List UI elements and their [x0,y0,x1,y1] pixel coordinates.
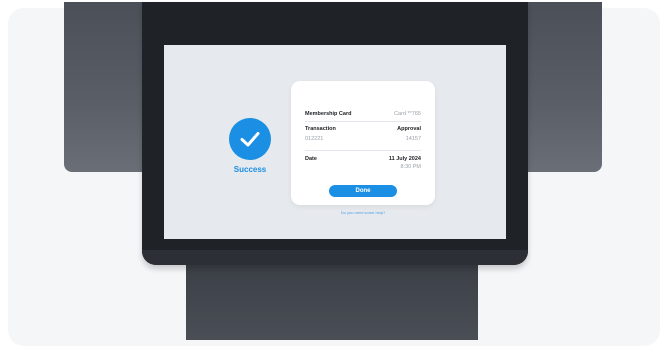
divider [305,121,421,122]
receipt-card: Membership Card Card **765 Transaction A… [291,81,435,205]
membership-label: Membership Card [305,111,352,117]
done-button[interactable]: Done [329,185,397,197]
checkmark-icon [229,118,271,160]
membership-row: Membership Card Card **765 [305,111,421,118]
success-label: Success [233,165,267,174]
time-value: 8:30 PM [400,164,421,170]
transaction-id: 012221 [305,136,324,142]
date-row: Date 11 July 2024 [305,156,421,163]
success-indicator: Success [222,118,278,174]
kiosk-monitor-bottom-edge [142,250,528,265]
transaction-row: Transaction Approval [305,126,421,133]
divider [305,150,421,151]
kiosk-right-panel [520,2,602,172]
date-value: 11 July 2024 [388,156,421,162]
time-row: 8:30 PM [305,164,421,171]
date-label: Date [305,156,317,162]
transaction-status: Approval [397,126,421,132]
transaction-detail-row: 012221 14157 [305,136,421,143]
kiosk-stand [186,258,478,340]
help-link[interactable]: Do you need some help? [291,210,435,215]
transaction-label: Transaction [305,126,336,132]
transaction-amount: 14157 [405,136,421,142]
membership-value: Card **765 [394,111,421,117]
